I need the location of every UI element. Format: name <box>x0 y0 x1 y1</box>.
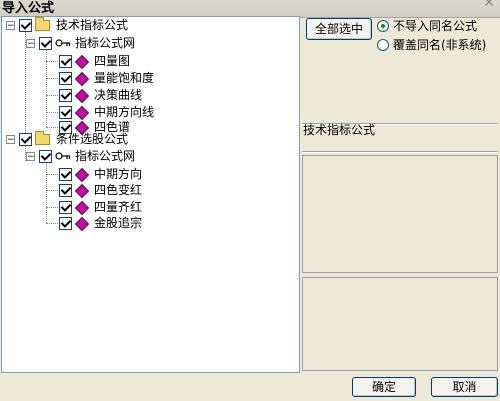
tree-node-label: 技术指标公式 <box>56 18 129 32</box>
tree-node-formula[interactable]: 四量齐红 <box>2 199 292 216</box>
tree-node-stock-selection-formulas[interactable]: − 条件选股公式 <box>2 131 292 147</box>
checkbox[interactable] <box>19 19 32 32</box>
collapse-icon[interactable]: − <box>26 39 35 49</box>
checkbox[interactable] <box>19 133 32 146</box>
tree-node-technical-formulas[interactable]: − 技术指标公式 <box>2 17 292 33</box>
formula-icon <box>74 183 90 199</box>
checkbox[interactable] <box>59 201 72 214</box>
tree-node-formula[interactable]: 金股追宗 <box>2 215 292 232</box>
formula-icon <box>74 88 90 104</box>
checkbox[interactable] <box>59 72 72 85</box>
tree-node-label: 四量齐红 <box>94 200 143 214</box>
collapse-icon[interactable]: − <box>26 152 35 162</box>
checkbox[interactable] <box>59 89 72 102</box>
tree-node-formula-network[interactable]: − 指标公式网 <box>2 148 292 164</box>
collapse-icon[interactable]: − <box>6 135 15 145</box>
radio-overwrite-duplicate[interactable] <box>377 39 389 51</box>
key-icon <box>55 39 71 47</box>
tree-node-label: 指标公式网 <box>75 36 136 50</box>
tree-node-label: 四色变红 <box>94 183 143 197</box>
tree-node-label: 四量图 <box>94 54 131 68</box>
tree-node-formula-network[interactable]: − 指标公式网 <box>2 35 292 51</box>
radio-label: 覆盖同名(非系统) <box>393 38 487 52</box>
formula-icon <box>74 216 90 232</box>
checkbox[interactable] <box>59 184 72 197</box>
window-title: 导入公式 <box>2 1 55 16</box>
tree-node-label: 中期方向 <box>94 167 143 181</box>
checkbox[interactable] <box>39 37 52 50</box>
tree-node-formula[interactable]: 决策曲线 <box>2 87 292 104</box>
formula-icon <box>74 200 90 216</box>
tree-node-label: 量能饱和度 <box>94 71 155 85</box>
formula-tree[interactable]: − 技术指标公式 − 指标公式网 四量图 量能饱和度 决策曲线 中期方向线 四色… <box>1 16 300 373</box>
formula-icon <box>74 105 90 121</box>
tree-node-label: 指标公式网 <box>75 149 136 163</box>
select-all-button[interactable]: 全部选中 <box>306 18 372 40</box>
formula-icon <box>74 167 90 183</box>
ok-button[interactable]: 确定 <box>352 377 416 397</box>
info-label: 技术指标公式 <box>303 123 376 137</box>
tree-node-formula[interactable]: 量能饱和度 <box>2 70 292 87</box>
tree-node-label: 决策曲线 <box>94 88 143 102</box>
cancel-button[interactable]: 取消 <box>431 377 498 397</box>
checkbox[interactable] <box>59 106 72 119</box>
checkbox[interactable] <box>59 217 72 230</box>
tree-node-formula[interactable]: 四色变红 <box>2 182 292 199</box>
tree-node-formula[interactable]: 中期方向线 <box>2 104 292 121</box>
folder-icon <box>35 17 50 31</box>
tree-node-formula[interactable]: 中期方向 <box>2 166 292 183</box>
checkbox[interactable] <box>59 168 72 181</box>
separator <box>302 151 498 153</box>
folder-icon <box>35 131 50 145</box>
tree-node-formula[interactable]: 四量图 <box>2 53 292 70</box>
radio-no-import-duplicate[interactable] <box>377 20 389 32</box>
key-icon <box>55 152 71 160</box>
tree-node-label: 条件选股公式 <box>56 132 129 146</box>
formula-icon <box>74 71 90 87</box>
tree-node-label: 中期方向线 <box>94 105 155 119</box>
radio-label: 不导入同名公式 <box>393 19 478 33</box>
info-panel-lower <box>302 277 498 371</box>
checkbox[interactable] <box>59 55 72 68</box>
close-icon[interactable]: ✕ <box>482 0 496 10</box>
checkbox[interactable] <box>39 150 52 163</box>
formula-icon <box>74 54 90 70</box>
info-panel-upper <box>302 155 498 273</box>
tree-node-label: 金股追宗 <box>94 216 143 230</box>
collapse-icon[interactable]: − <box>6 21 15 31</box>
